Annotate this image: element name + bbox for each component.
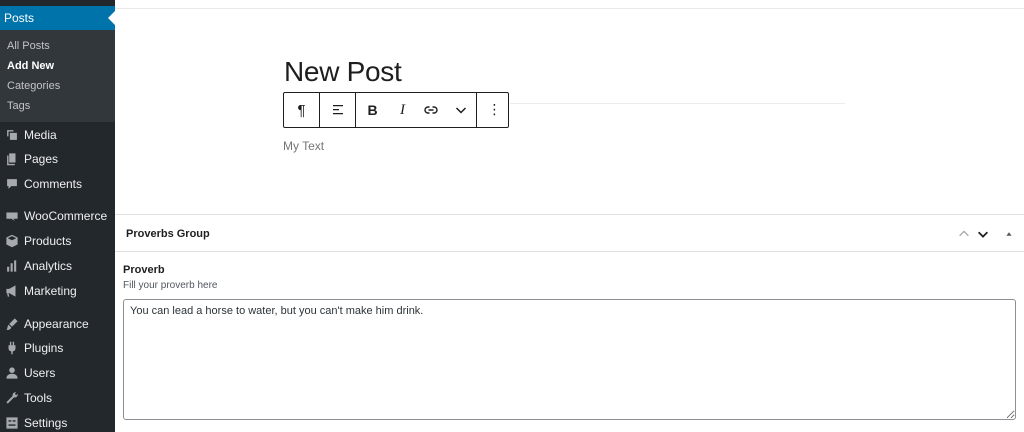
- triangle-up-icon: [1006, 232, 1012, 236]
- editor-top-border: [115, 8, 1024, 9]
- link-button[interactable]: [416, 93, 446, 127]
- proverb-field-description: Fill your proverb here: [123, 280, 218, 291]
- paragraph-block[interactable]: My Text: [283, 139, 324, 153]
- sidebar-item-label: WooCommerce: [24, 209, 108, 223]
- submenu-categories[interactable]: Categories: [7, 80, 60, 92]
- posts-submenu: All Posts Add New Categories Tags: [0, 30, 115, 122]
- sidebar-item-label: Analytics: [24, 259, 73, 273]
- italic-icon: I: [400, 101, 405, 118]
- sidebar-item-woocommerce[interactable]: WooCommerce: [0, 205, 115, 227]
- chevron-down-icon: [455, 107, 467, 114]
- block-toolbar: ¶ B I ⋮: [283, 92, 509, 128]
- align-left-icon: [332, 105, 343, 115]
- toolbar-group-align: [320, 93, 356, 127]
- appearance-icon: [4, 316, 20, 332]
- sidebar-item-comments[interactable]: Comments: [0, 173, 115, 195]
- products-icon: [4, 233, 20, 249]
- metabox-header[interactable]: Proverbs Group: [115, 215, 1024, 252]
- toolbar-group-format: B I: [356, 93, 477, 127]
- sidebar-item-products[interactable]: Products: [0, 230, 115, 252]
- sidebar-item-analytics[interactable]: Analytics: [0, 255, 115, 277]
- tools-icon: [4, 390, 20, 406]
- bold-button[interactable]: B: [356, 93, 389, 127]
- toolbar-group-block: ¶: [284, 93, 320, 127]
- sidebar-item-label: Posts: [4, 11, 35, 25]
- proverb-textarea[interactable]: You can lead a horse to water, but you c…: [123, 299, 1016, 420]
- sidebar-item-posts[interactable]: Posts: [0, 6, 115, 41]
- chevron-up-icon: [959, 230, 969, 237]
- comments-icon: [4, 176, 20, 192]
- analytics-icon: [4, 258, 20, 274]
- sidebar-item-label: Media: [24, 128, 57, 142]
- sidebar-item-label: Comments: [24, 177, 83, 191]
- current-menu-arrow: [108, 11, 115, 25]
- paragraph-block-button[interactable]: ¶: [284, 93, 319, 127]
- sidebar-item-media[interactable]: Media: [0, 124, 115, 146]
- pages-icon: [4, 151, 20, 167]
- plugins-icon: [4, 340, 20, 356]
- sidebar-item-label: Pages: [24, 152, 59, 166]
- sidebar-item-label: Tools: [24, 391, 53, 405]
- sidebar-item-appearance[interactable]: Appearance: [0, 313, 115, 335]
- more-formats-button[interactable]: [446, 93, 476, 127]
- admin-sidebar: Posts All Posts Add New Categories Tags …: [0, 0, 115, 432]
- chevron-down-icon: [978, 231, 988, 238]
- settings-icon: [4, 415, 20, 431]
- users-icon: [4, 365, 20, 381]
- sidebar-item-label: Products: [24, 234, 72, 248]
- sidebar-item-label: Settings: [24, 416, 68, 430]
- sidebar-item-label: Appearance: [24, 317, 89, 331]
- options-button[interactable]: ⋮: [477, 93, 512, 127]
- submenu-tags[interactable]: Tags: [7, 100, 30, 112]
- sidebar-item-plugins[interactable]: Plugins: [0, 337, 115, 359]
- paragraph-icon: ¶: [297, 101, 306, 119]
- sidebar-item-pages[interactable]: Pages: [0, 148, 115, 170]
- align-button[interactable]: [320, 93, 355, 127]
- proverb-field-label: Proverb: [123, 264, 165, 276]
- sidebar-item-marketing[interactable]: Marketing: [0, 280, 115, 302]
- title-separator: [510, 103, 845, 104]
- sidebar-item-users[interactable]: Users: [0, 362, 115, 384]
- move-up-button[interactable]: [956, 226, 972, 242]
- submenu-all-posts[interactable]: All Posts: [7, 40, 50, 52]
- more-vertical-icon: ⋮: [487, 102, 502, 118]
- submenu-add-new[interactable]: Add New: [7, 60, 54, 72]
- woocommerce-icon: [4, 208, 20, 224]
- sidebar-item-settings[interactable]: Settings: [0, 412, 115, 432]
- move-down-button[interactable]: [975, 226, 991, 242]
- media-icon: [4, 127, 20, 143]
- sidebar-item-tools[interactable]: Tools: [0, 387, 115, 409]
- bold-icon: B: [367, 102, 378, 118]
- toolbar-group-options: ⋮: [477, 93, 512, 127]
- sidebar-item-label: Plugins: [24, 341, 64, 355]
- link-icon: [424, 106, 438, 114]
- sidebar-item-label: Marketing: [24, 284, 77, 298]
- sidebar-item-label: Users: [24, 366, 56, 380]
- italic-button[interactable]: I: [389, 93, 416, 127]
- marketing-icon: [4, 283, 20, 299]
- metabox-title: Proverbs Group: [126, 228, 210, 240]
- toggle-panel-button[interactable]: [1001, 226, 1017, 242]
- post-title[interactable]: New Post: [284, 56, 402, 88]
